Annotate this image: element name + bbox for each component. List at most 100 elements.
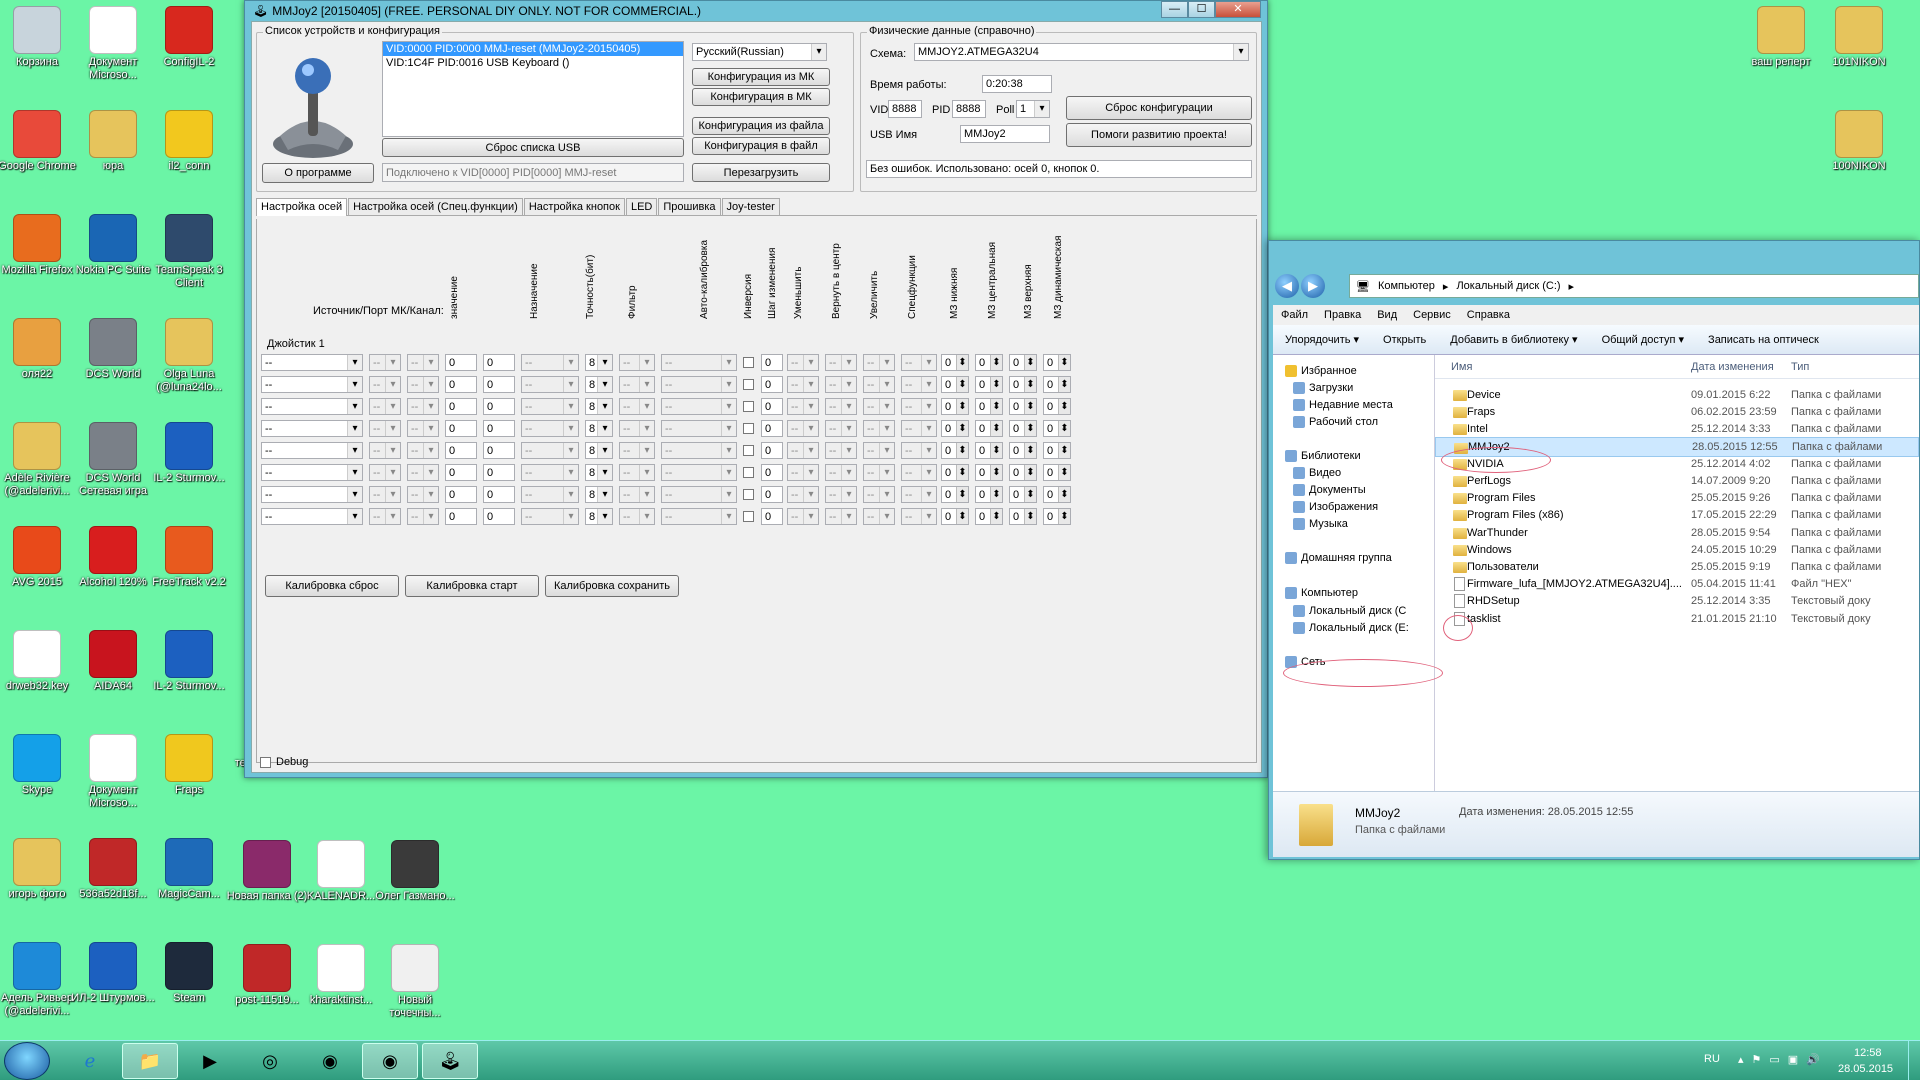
desktop-icon[interactable]: Fraps [146,734,232,797]
inversion-checkbox[interactable] [743,445,754,456]
desktop-icon[interactable]: TeamSpeak 3 Client [146,214,232,290]
decrease-select[interactable]: -- [787,486,819,503]
calibration-reset-button[interactable]: Калибровка сброс [265,575,399,597]
clock-time[interactable]: 12:58 [1854,1047,1882,1059]
desktop-icon[interactable]: AVG 2015 [0,526,80,589]
nav-item[interactable]: Компьютер [1301,587,1358,599]
autocalibration-select[interactable]: -- [661,420,737,437]
autocalibration-select[interactable]: -- [661,486,737,503]
config-to-file-button[interactable]: Конфигурация в файл [692,137,830,155]
dz-center-spinner[interactable]: 0 [975,486,1003,503]
dz-center-spinner[interactable]: 0 [975,398,1003,415]
column-name[interactable]: Имя [1451,361,1472,373]
decrease-select[interactable]: -- [787,376,819,393]
chrome-taskbar-icon[interactable]: ◉ [302,1043,358,1079]
dz-low-spinner[interactable]: 0 [941,486,969,503]
filter-select[interactable]: -- [619,398,655,415]
debug-checkbox[interactable] [260,757,271,768]
desktop-icon[interactable]: ИЛ-2 Штурмов... [70,942,156,1005]
dz-high-spinner[interactable]: 0 [1009,354,1037,371]
desktop-icon[interactable]: MagicCam... [146,838,232,901]
source-select[interactable]: -- [261,486,363,503]
menu-item[interactable]: Справка [1459,309,1518,321]
inversion-checkbox[interactable] [743,423,754,434]
pid-field[interactable]: 8888 [952,100,986,118]
inversion-checkbox[interactable] [743,357,754,368]
source-select[interactable]: -- [261,464,363,481]
center-select[interactable]: -- [825,442,857,459]
special-function-select[interactable]: -- [901,442,937,459]
dz-low-spinner[interactable]: 0 [941,354,969,371]
toolbar-button[interactable]: Общий доступ ▾ [1590,333,1696,346]
desktop-icon[interactable]: DCS World Сетевая игра [70,422,156,498]
dz-dynamic-spinner[interactable]: 0 [1043,376,1071,393]
tab-5[interactable]: Прошивка [658,198,721,215]
channel-select[interactable]: -- [407,486,439,503]
dz-low-spinner[interactable]: 0 [941,442,969,459]
help-project-button[interactable]: Помоги развитию проекта! [1066,123,1252,147]
decrease-select[interactable]: -- [787,508,819,525]
desktop-icon[interactable]: Mozilla Firefox [0,214,80,277]
inversion-checkbox[interactable] [743,401,754,412]
reset-config-button[interactable]: Сброс конфигурации [1066,96,1252,120]
dz-low-spinner[interactable]: 0 [941,464,969,481]
autocalibration-select[interactable]: -- [661,376,737,393]
dz-low-spinner[interactable]: 0 [941,398,969,415]
source-select[interactable]: -- [261,376,363,393]
dz-center-spinner[interactable]: 0 [975,420,1003,437]
dz-high-spinner[interactable]: 0 [1009,420,1037,437]
nav-item[interactable]: Избранное [1301,365,1357,377]
desktop-icon[interactable]: Skype [0,734,80,797]
desktop-icon[interactable]: IL-2 Sturmov... [146,422,232,485]
mmjoy-taskbar-icon[interactable]: 🕹 [422,1043,478,1079]
show-desktop-button[interactable] [1908,1041,1920,1080]
explorer-taskbar-icon[interactable]: 📁 [122,1043,178,1079]
source-select[interactable]: -- [261,508,363,525]
dz-dynamic-spinner[interactable]: 0 [1043,442,1071,459]
source-select[interactable]: -- [261,420,363,437]
dz-center-spinner[interactable]: 0 [975,442,1003,459]
desktop-icon[interactable]: drweb32.key [0,630,80,693]
desktop-icon[interactable]: FreeTrack v2.2 [146,526,232,589]
menu-item[interactable]: Файл [1273,309,1316,321]
desktop-icon[interactable]: ConfigIL-2 [146,6,232,69]
channel-select[interactable]: -- [407,398,439,415]
nav-item[interactable]: Домашняя группа [1301,552,1392,564]
assignment-select[interactable]: -- [521,420,579,437]
precision-select[interactable]: 8 [585,486,613,503]
dz-high-spinner[interactable]: 0 [1009,508,1037,525]
decrease-select[interactable]: -- [787,442,819,459]
usb-name-field[interactable]: MMJoy2 [960,125,1050,143]
dz-dynamic-spinner[interactable]: 0 [1043,420,1071,437]
channel-select[interactable]: -- [407,442,439,459]
desktop-icon[interactable]: Nokia PC Suite [70,214,156,277]
center-select[interactable]: -- [825,486,857,503]
special-function-select[interactable]: -- [901,420,937,437]
desktop-icon[interactable]: Steam [146,942,232,1005]
dz-high-spinner[interactable]: 0 [1009,442,1037,459]
desktop-icon[interactable]: 536a52d18f... [70,838,156,901]
step-field[interactable]: 0 [761,420,783,437]
filter-select[interactable]: -- [619,508,655,525]
channel-select[interactable]: -- [407,508,439,525]
port-select[interactable]: -- [369,508,401,525]
calibration-start-button[interactable]: Калибровка старт [405,575,539,597]
dz-dynamic-spinner[interactable]: 0 [1043,486,1071,503]
increase-select[interactable]: -- [863,508,895,525]
calibration-save-button[interactable]: Калибровка сохранить [545,575,679,597]
toolbar-button[interactable]: Открыть [1371,334,1438,346]
nav-item[interactable]: Музыка [1309,518,1348,530]
menu-item[interactable]: Вид [1369,309,1405,321]
tray-icons[interactable]: ▴⚑▭▣🔊 [1738,1053,1828,1066]
filter-select[interactable]: -- [619,486,655,503]
desktop-icon[interactable]: 100NIKON [1816,110,1902,173]
column-date[interactable]: Дата изменения [1691,361,1774,373]
dz-low-spinner[interactable]: 0 [941,376,969,393]
desktop-icon[interactable]: Alcohol 120% [70,526,156,589]
assignment-select[interactable]: -- [521,442,579,459]
step-field[interactable]: 0 [761,486,783,503]
reset-usb-list-button[interactable]: Сброс списка USB [382,138,684,157]
filter-select[interactable]: -- [619,442,655,459]
special-function-select[interactable]: -- [901,464,937,481]
increase-select[interactable]: -- [863,442,895,459]
